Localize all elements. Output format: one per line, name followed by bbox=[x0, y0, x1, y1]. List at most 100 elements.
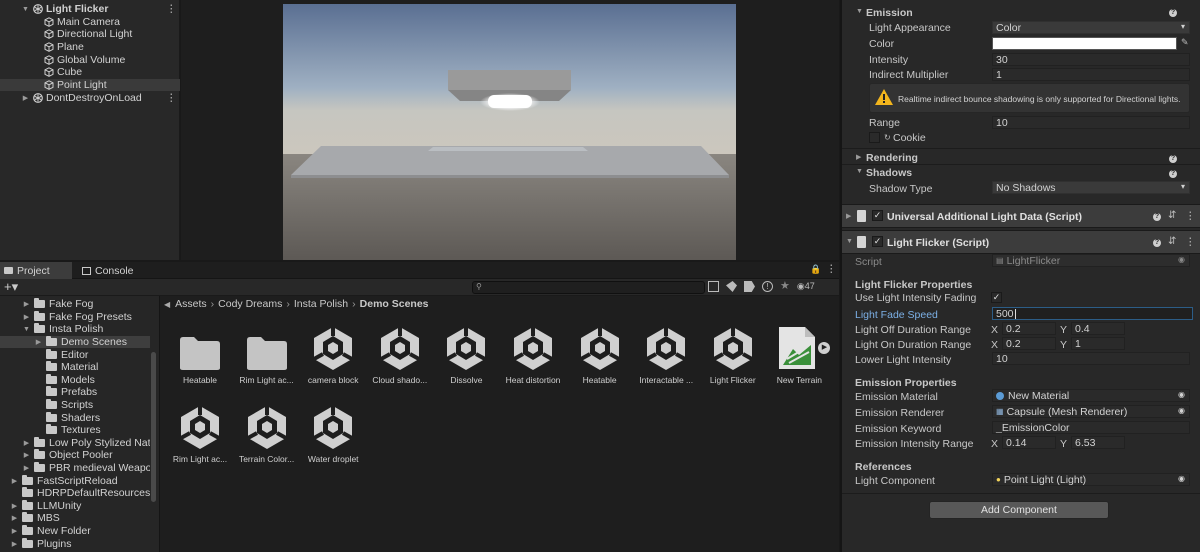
asset-item[interactable]: Rim Light ac... bbox=[233, 317, 301, 385]
intensity-field[interactable]: 30 bbox=[992, 53, 1190, 66]
light-flicker-component-header[interactable]: ▼ ✓ Light Flicker (Script) ? ⇵ ⋮ bbox=[842, 230, 1200, 254]
tree-folder-item[interactable]: Material bbox=[0, 361, 150, 374]
presets-icon[interactable]: ⇵ bbox=[1168, 236, 1176, 247]
eyedropper-icon[interactable]: ✎ bbox=[1181, 37, 1189, 48]
hierarchy-scene-row[interactable]: ▼ Light Flicker bbox=[0, 3, 180, 16]
component-more-icon[interactable]: ⋮ bbox=[1185, 236, 1196, 248]
presets-icon[interactable]: ⇵ bbox=[1168, 210, 1176, 221]
light-appearance-dropdown[interactable]: Color ▾ bbox=[992, 21, 1190, 34]
asset-item[interactable]: Rim Light ac... bbox=[166, 396, 234, 464]
lock-icon[interactable]: 🔒 bbox=[810, 264, 821, 275]
on-duration-y-field[interactable]: 1 bbox=[1071, 337, 1125, 350]
asset-item[interactable]: Light Flicker bbox=[699, 317, 767, 385]
emission-keyword-field[interactable]: _EmissionColor bbox=[992, 421, 1190, 434]
tree-folder-item[interactable]: Models bbox=[0, 373, 150, 387]
emission-header[interactable]: Emission bbox=[866, 7, 913, 19]
tag-icon[interactable] bbox=[744, 281, 755, 292]
tree-folder-item[interactable]: ▶ Object Pooler bbox=[0, 449, 150, 462]
component-more-icon[interactable]: ⋮ bbox=[1185, 210, 1196, 222]
tab-project[interactable]: Project bbox=[0, 262, 72, 279]
light-flicker-enabled-checkbox[interactable]: ✓ bbox=[872, 236, 883, 247]
tree-folder-item[interactable]: ▶ PBR medieval Weapons bbox=[0, 462, 150, 475]
off-duration-x-field[interactable]: 0.2 bbox=[1002, 322, 1056, 335]
collapse-arrow-icon[interactable]: ▼ bbox=[21, 6, 30, 13]
asset-item[interactable]: camera block bbox=[299, 317, 367, 385]
info-icon[interactable]: ! bbox=[762, 281, 773, 292]
tree-scrollbar[interactable] bbox=[151, 352, 156, 502]
hierarchy-item[interactable]: Plane bbox=[0, 41, 180, 54]
tree-folder-item[interactable]: ▼ Insta Polish bbox=[0, 323, 150, 336]
tree-arrow-icon[interactable]: ▼ bbox=[22, 326, 31, 333]
light-component-field[interactable]: ● Point Light (Light) ◉ bbox=[992, 473, 1190, 486]
asset-item[interactable]: Dissolve bbox=[432, 317, 500, 385]
object-picker-icon[interactable]: ◉ bbox=[1178, 474, 1185, 483]
scene-viewport[interactable] bbox=[283, 4, 736, 260]
tree-folder-item[interactable]: ▶ Fake Fog bbox=[0, 298, 150, 311]
scene-more-icon[interactable]: ⋮ bbox=[166, 3, 177, 15]
on-duration-x-field[interactable]: 0.2 bbox=[1002, 337, 1056, 350]
tree-folder-item[interactable]: Scripts bbox=[0, 399, 150, 412]
hierarchy-item[interactable]: Directional Light bbox=[0, 28, 180, 41]
light-flicker-fold-icon[interactable]: ▼ bbox=[846, 238, 853, 245]
emission-renderer-field[interactable]: ▦ Capsule (Mesh Renderer) ◉ bbox=[992, 405, 1190, 418]
tree-arrow-icon[interactable]: ▶ bbox=[10, 477, 19, 485]
tree-folder-item[interactable]: ▶ Low Poly Stylized Natu bbox=[0, 436, 150, 450]
breadcrumb-cody-dreams[interactable]: Cody Dreams bbox=[218, 298, 282, 310]
lower-intensity-field[interactable]: 10 bbox=[992, 352, 1190, 365]
tab-more-icon[interactable]: ⋮ bbox=[826, 263, 837, 275]
tree-folder-item[interactable]: ▶ MBS bbox=[0, 512, 150, 525]
help-icon[interactable]: ? bbox=[1153, 239, 1161, 247]
tree-folder-item[interactable]: ▶ New Folder bbox=[0, 525, 150, 538]
off-duration-y-field[interactable]: 0.4 bbox=[1071, 322, 1125, 335]
tree-arrow-icon[interactable]: ▶ bbox=[22, 313, 31, 321]
breadcrumb-insta-polish[interactable]: Insta Polish bbox=[294, 298, 348, 310]
tree-folder-item[interactable]: Editor bbox=[0, 348, 150, 361]
emission-range-y-field[interactable]: 6.53 bbox=[1071, 436, 1125, 449]
hierarchy-item[interactable]: Global Volume bbox=[0, 53, 180, 66]
asset-item[interactable]: Terrain Color... bbox=[233, 396, 301, 464]
rendering-header[interactable]: Rendering bbox=[866, 152, 918, 164]
tab-console[interactable]: Console bbox=[78, 262, 148, 279]
filter-by-label-icon[interactable] bbox=[726, 281, 737, 292]
use-fading-checkbox[interactable]: ✓ bbox=[991, 292, 1002, 303]
dontdestroy-more-icon[interactable]: ⋮ bbox=[166, 92, 177, 104]
tree-arrow-icon[interactable]: ▶ bbox=[10, 540, 19, 548]
favorite-star-icon[interactable]: ★ bbox=[780, 281, 790, 292]
tree-arrow-icon[interactable]: ▶ bbox=[22, 451, 31, 459]
tree-folder-item[interactable]: HDRPDefaultResources bbox=[0, 487, 150, 500]
tree-folder-item[interactable]: ▶ Fake Fog Presets bbox=[0, 310, 150, 324]
hierarchy-dontdestroy-row[interactable]: ▶ DontDestroyOnLoad bbox=[0, 92, 180, 105]
shadow-type-dropdown[interactable]: No Shadows ▾ bbox=[992, 181, 1190, 194]
create-plus-icon[interactable]: +▾ bbox=[4, 279, 18, 295]
hierarchy-item[interactable]: Cube bbox=[0, 66, 180, 79]
color-swatch[interactable] bbox=[992, 37, 1177, 50]
tree-folder-item[interactable]: ▶ FastScriptReload bbox=[0, 474, 150, 487]
uald-fold-icon[interactable]: ▶ bbox=[846, 212, 851, 220]
tree-folder-item[interactable]: ▶ Demo Scenes bbox=[0, 335, 150, 349]
tree-arrow-icon[interactable]: ▶ bbox=[10, 527, 19, 535]
hierarchy-item[interactable]: Main Camera bbox=[0, 16, 180, 29]
object-picker-icon[interactable]: ◉ bbox=[1178, 390, 1185, 399]
emission-fold-icon[interactable]: ▼ bbox=[856, 8, 863, 15]
rendering-fold-icon[interactable]: ▶ bbox=[856, 153, 861, 161]
shadows-fold-icon[interactable]: ▼ bbox=[856, 168, 863, 175]
shadows-header[interactable]: Shadows bbox=[866, 167, 912, 179]
asset-item[interactable]: Heat distortion bbox=[499, 317, 567, 385]
asset-item[interactable]: Cloud shado... bbox=[366, 317, 434, 385]
tree-folder-item[interactable]: Shaders bbox=[0, 411, 150, 424]
tree-arrow-icon[interactable]: ▶ bbox=[10, 502, 19, 510]
cookie-checkbox[interactable] bbox=[869, 132, 880, 143]
asset-item[interactable]: Heatable bbox=[166, 317, 234, 385]
help-icon[interactable]: ? bbox=[1169, 155, 1177, 163]
asset-item[interactable]: Water droplet bbox=[299, 396, 367, 464]
add-component-button[interactable]: Add Component bbox=[929, 501, 1109, 519]
object-picker-icon[interactable]: ◉ bbox=[1178, 406, 1185, 415]
expand-arrow-icon[interactable]: ▶ bbox=[21, 94, 30, 102]
tree-arrow-icon[interactable]: ▶ bbox=[10, 514, 19, 522]
help-icon[interactable]: ? bbox=[1153, 213, 1161, 221]
range-field[interactable]: 10 bbox=[992, 116, 1190, 129]
help-icon[interactable]: ? bbox=[1169, 9, 1177, 17]
emission-material-field[interactable]: New Material ◉ bbox=[992, 389, 1190, 402]
tree-folder-item[interactable]: Prefabs bbox=[0, 386, 150, 399]
breadcrumb-assets[interactable]: Assets bbox=[175, 298, 207, 310]
